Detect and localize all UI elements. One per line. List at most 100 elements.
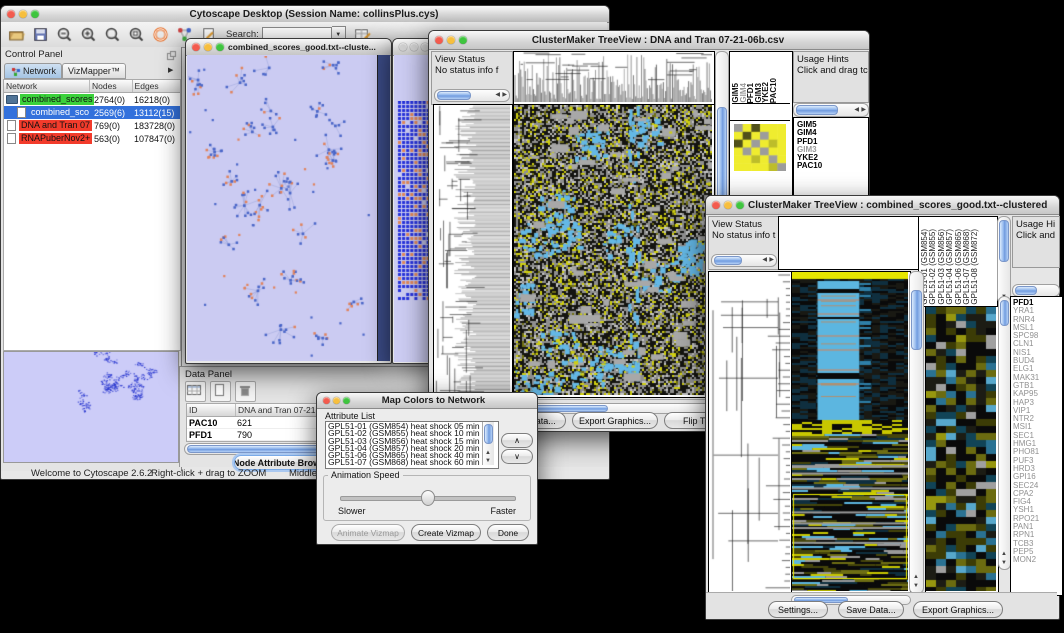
settings--button[interactable]: Settings... — [768, 601, 828, 618]
move-down-button[interactable]: ∨ — [501, 449, 533, 464]
tv1-heatmap[interactable] — [514, 105, 712, 395]
tv2-heatmap[interactable] — [792, 272, 908, 591]
close-icon[interactable] — [399, 43, 407, 51]
treeview2-window[interactable]: ClusterMaker TreeView : combined_scores_… — [705, 195, 1060, 620]
tv2-column-dendrogram-panel[interactable] — [778, 216, 922, 270]
scroll-thumb[interactable] — [999, 220, 1009, 262]
minimize-icon[interactable] — [410, 43, 418, 51]
scroll-down-icon[interactable]: ▼ — [913, 583, 919, 589]
speed-slider-thumb[interactable] — [421, 490, 435, 506]
close-icon[interactable] — [435, 36, 443, 44]
network-view-window[interactable]: combined_scores_good.txt--cluste... — [185, 38, 392, 364]
minimize-icon[interactable] — [724, 201, 732, 209]
tv2-top-vscrollbar[interactable]: ▼ — [997, 216, 1011, 304]
minimize-icon[interactable] — [204, 43, 212, 51]
tab-overflow-button[interactable]: ▶ — [168, 66, 173, 74]
tab-vizmapper[interactable]: VizMapper™ — [62, 63, 126, 79]
scroll-left-icon[interactable]: ◀ — [762, 257, 767, 263]
maximize-icon[interactable] — [343, 397, 350, 404]
scroll-left-icon[interactable]: ◀ — [854, 107, 859, 113]
column-header-edges[interactable]: Edges — [133, 80, 180, 92]
done-button[interactable]: Done — [487, 524, 529, 541]
tv1-status-hscrollbar[interactable]: ◀ ▶ — [434, 89, 510, 102]
zoom-out-icon[interactable] — [55, 25, 74, 44]
float-panel-icon[interactable] — [165, 49, 177, 61]
column-header-id[interactable]: ID — [187, 404, 236, 416]
scroll-thumb[interactable] — [484, 424, 493, 444]
scroll-up-icon[interactable]: ▲ — [913, 574, 919, 580]
minimize-icon[interactable] — [333, 397, 340, 404]
attribute-list-scrollbar[interactable]: ▲ ▼ — [482, 422, 494, 465]
export-graphics--button[interactable]: Export Graphics... — [913, 601, 1003, 618]
create-attribute-button[interactable] — [210, 381, 231, 402]
maximize-icon[interactable] — [459, 36, 467, 44]
scroll-left-icon[interactable]: ◀ — [495, 92, 500, 98]
delete-attribute-button[interactable] — [235, 381, 256, 402]
network-view-titlebar[interactable]: combined_scores_good.txt--cluste... — [186, 39, 391, 56]
scroll-right-icon[interactable]: ▶ — [502, 92, 507, 98]
open-folder-icon[interactable] — [7, 25, 26, 44]
maximize-icon[interactable] — [216, 43, 224, 51]
export-graphics--button[interactable]: Export Graphics... — [572, 412, 658, 429]
scroll-thumb[interactable] — [437, 91, 471, 100]
scroll-up-icon[interactable]: ▲ — [485, 450, 491, 456]
scroll-right-icon[interactable]: ▶ — [861, 107, 866, 113]
close-icon[interactable] — [192, 43, 200, 51]
tv1-summary-heatmap[interactable] — [734, 124, 786, 171]
scroll-thumb[interactable] — [1000, 300, 1009, 326]
minimize-icon[interactable] — [447, 36, 455, 44]
zoom-fit-icon[interactable] — [127, 25, 146, 44]
tv2-row-dendrogram-panel[interactable] — [708, 271, 793, 594]
network-row[interactable]: combined_sco2569(6)13112(15) — [4, 106, 180, 119]
main-titlebar[interactable]: Cytoscape Desktop (Session Name: collins… — [1, 6, 609, 23]
scroll-thumb[interactable] — [714, 256, 742, 265]
network-row[interactable]: DNA and Tran 07769(0)183728(0) — [4, 119, 180, 132]
network-row[interactable]: combined_scores2764(0)16218(0) — [4, 93, 180, 106]
column-header-network[interactable]: Network — [4, 80, 90, 92]
scroll-down-icon[interactable]: ▼ — [485, 458, 491, 464]
tv2-zoom-heatmap[interactable] — [926, 307, 996, 591]
save-data--button[interactable]: Save Data... — [838, 601, 904, 618]
help-icon[interactable] — [151, 25, 170, 44]
tv1-row-dendrogram[interactable] — [434, 105, 510, 395]
scroll-up-icon[interactable]: ▲ — [1001, 551, 1007, 557]
scroll-thumb[interactable] — [796, 105, 838, 115]
minimize-icon[interactable] — [19, 10, 27, 18]
close-icon[interactable] — [323, 397, 330, 404]
tv1-hints-hscrollbar[interactable]: ◀ ▶ — [793, 103, 869, 117]
select-attributes-button[interactable] — [185, 381, 206, 402]
scroll-thumb[interactable] — [911, 290, 922, 350]
maximize-icon[interactable] — [736, 201, 744, 209]
move-up-button[interactable]: ∧ — [501, 433, 533, 448]
treeview2-titlebar[interactable]: ClusterMaker TreeView : combined_scores_… — [706, 196, 1059, 215]
tv2-row-dendrogram[interactable] — [709, 272, 790, 591]
close-icon[interactable] — [7, 10, 15, 18]
map-colors-dialog[interactable]: Map Colors to Network Attribute List GPL… — [316, 392, 538, 545]
scroll-thumb[interactable] — [1015, 286, 1037, 295]
save-icon[interactable] — [31, 25, 50, 44]
zoom-selected-icon[interactable] — [103, 25, 122, 44]
network-row[interactable]: RNAPuberNov2+563(0)107847(0) — [4, 132, 180, 145]
network-graph[interactable] — [188, 56, 376, 359]
scroll-down-icon[interactable]: ▼ — [1001, 560, 1007, 566]
tv2-status-hscrollbar[interactable]: ◀ ▶ — [711, 254, 777, 267]
tv2-heatmap-panel[interactable] — [791, 271, 911, 594]
tab-network[interactable]: Network — [4, 63, 62, 79]
tv1-row-dendrogram-panel[interactable] — [433, 104, 513, 398]
tv1-heatmap-panel[interactable] — [513, 104, 715, 398]
zoom-in-icon[interactable] — [79, 25, 98, 44]
attribute-listbox[interactable]: GPL51-01 (GSM854) heat shock 05 minGPL51… — [325, 421, 499, 469]
scroll-right-icon[interactable]: ▶ — [769, 257, 774, 263]
create-vizmap-button[interactable]: Create Vizmap — [411, 524, 481, 541]
dialog-titlebar[interactable]: Map Colors to Network — [317, 393, 537, 409]
close-icon[interactable] — [712, 201, 720, 209]
tv1-column-dendrogram[interactable] — [514, 52, 712, 102]
attribute-list-item[interactable]: GPL51-07 (GSM868) heat shock 60 min — [328, 459, 498, 466]
network-list[interactable]: Network Nodes Edges combined_scores2764(… — [3, 79, 181, 351]
treeview1-titlebar[interactable]: ClusterMaker TreeView : DNA and Tran 07-… — [429, 31, 869, 50]
tv2-zoom-heatmap-panel[interactable] — [925, 306, 999, 594]
tv2-gene-list[interactable]: PFD1YRA1RNR4MSL1SPC98CLN1NIS1BUD4ELG1MAK… — [1010, 296, 1063, 596]
birdseye-view[interactable] — [3, 351, 179, 463]
tv2-main-vscrollbar[interactable]: ▲ ▼ — [909, 271, 924, 594]
maximize-icon[interactable] — [31, 10, 39, 18]
